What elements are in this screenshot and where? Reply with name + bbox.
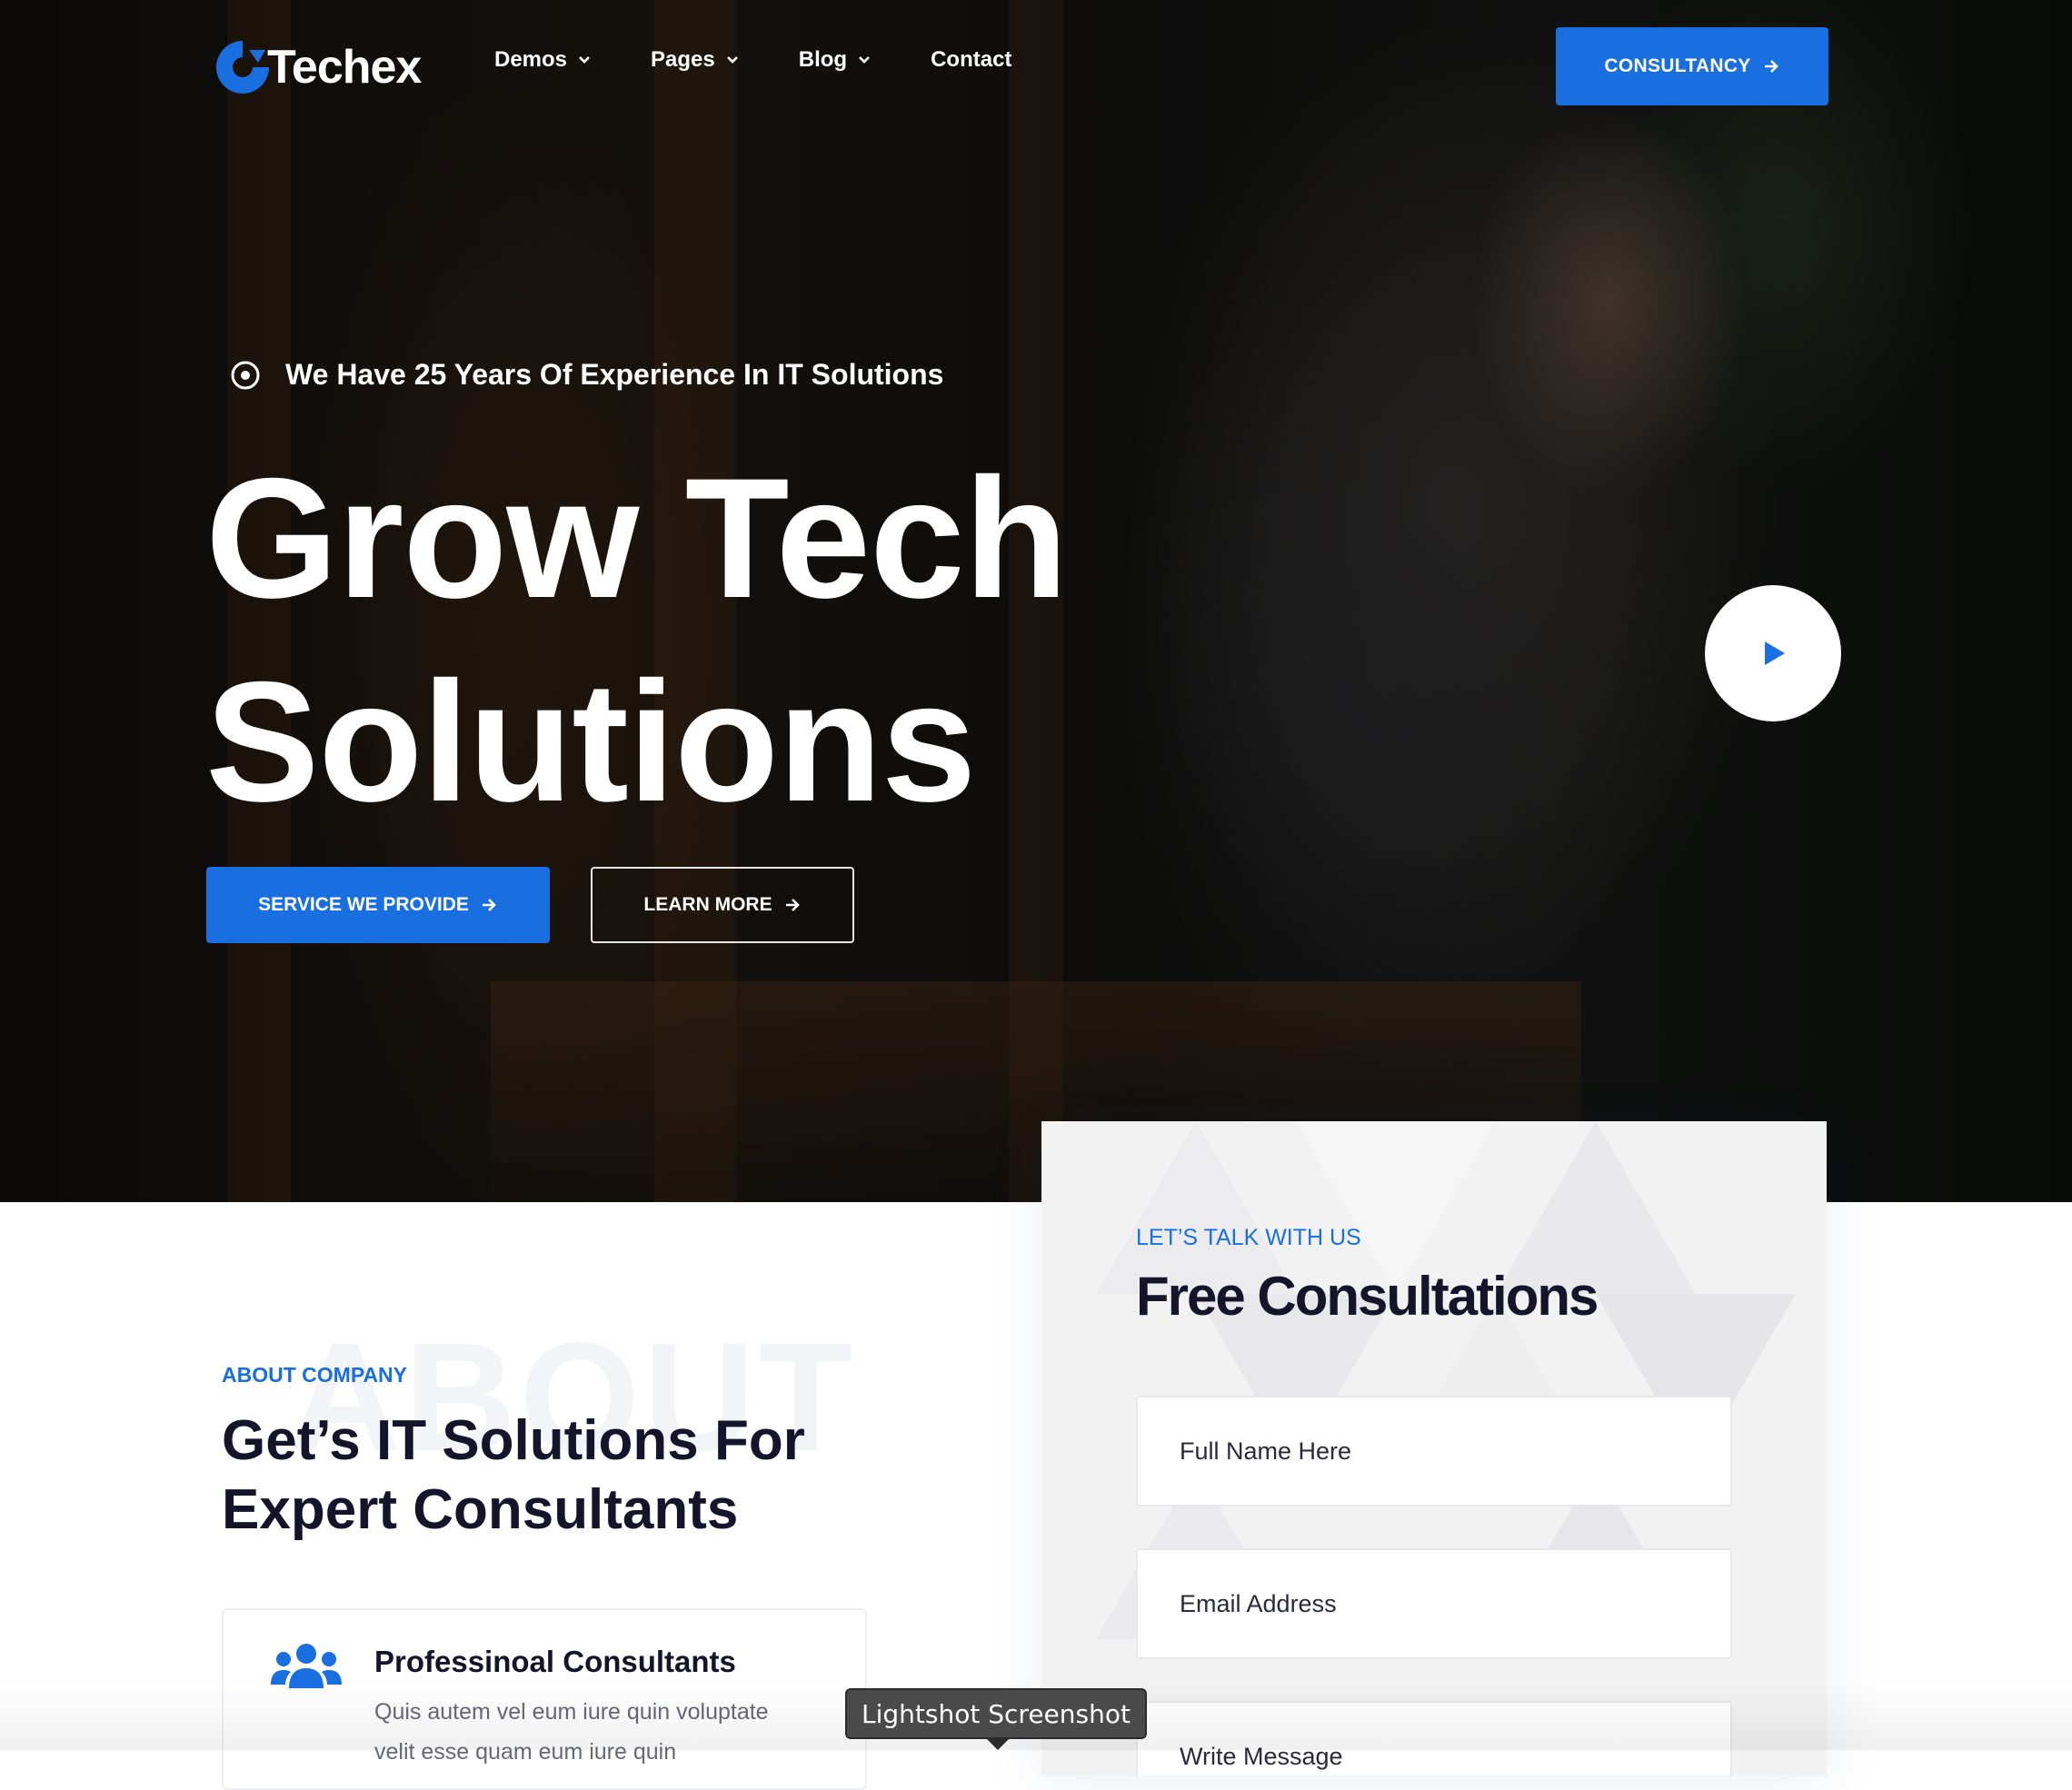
target-dot-icon <box>231 361 260 389</box>
play-icon <box>1765 641 1785 665</box>
nav-item-label: Demos <box>494 47 568 72</box>
tooltip-tail <box>985 1737 1011 1750</box>
main-nav: Demos Pages Blog Contact <box>494 47 1071 73</box>
consultancy-button-label: CONSULTANCY <box>1604 55 1751 76</box>
nav-item-contact[interactable]: Contact <box>931 47 1011 73</box>
full-name-field[interactable] <box>1136 1396 1732 1507</box>
service-button-label: SERVICE WE PROVIDE <box>258 894 469 915</box>
nav-item-label: Blog <box>798 47 848 72</box>
chevron-down-icon <box>726 56 738 64</box>
nav-item-demos[interactable]: Demos <box>494 47 591 73</box>
nav-item-label: Contact <box>931 47 1012 72</box>
hero-tagline-text: We Have 25 Years Of Experience In IT Sol… <box>285 358 944 391</box>
hero-person-face <box>1418 36 1799 582</box>
email-field[interactable] <box>1136 1548 1732 1659</box>
consultation-form-card: LET’S TALK WITH US Free Consultations <box>1041 1121 1827 1775</box>
hero-tagline: We Have 25 Years Of Experience In IT Sol… <box>229 358 943 392</box>
learn-more-button-label: LEARN MORE <box>643 894 772 915</box>
brand-logo[interactable]: Techex <box>213 36 422 98</box>
brand-name: Techex <box>267 41 422 94</box>
hero-headline-line: Solutions <box>205 646 976 837</box>
nav-item-label: Pages <box>651 47 715 72</box>
logo-mark-icon <box>216 41 269 94</box>
arrow-right-icon <box>785 899 800 911</box>
learn-more-button[interactable]: LEARN MORE <box>591 867 854 943</box>
nav-item-blog[interactable]: Blog <box>799 47 871 73</box>
chevron-down-icon <box>859 56 870 64</box>
chevron-down-icon <box>579 56 590 64</box>
about-title: Get’s IT Solutions For Expert Consultant… <box>222 1409 805 1541</box>
lightshot-tooltip: Lightshot Screenshot <box>845 1688 1147 1739</box>
hero-headline: Grow Tech Solutions <box>205 436 1205 843</box>
hero-headline-line: Grow Tech <box>205 443 1069 633</box>
form-title: Free Consultations <box>1136 1266 1599 1327</box>
play-video-button[interactable] <box>1705 585 1841 721</box>
feature-title: Professinoal Consultants <box>374 1645 736 1678</box>
service-we-provide-button[interactable]: SERVICE WE PROVIDE <box>206 867 550 943</box>
about-label: ABOUT COMPANY <box>222 1363 408 1387</box>
form-label: LET’S TALK WITH US <box>1136 1225 1361 1250</box>
arrow-right-icon <box>1764 60 1778 73</box>
arrow-right-icon <box>482 899 496 911</box>
consultancy-button[interactable]: CONSULTANCY <box>1556 27 1828 105</box>
nav-item-pages[interactable]: Pages <box>651 47 739 73</box>
